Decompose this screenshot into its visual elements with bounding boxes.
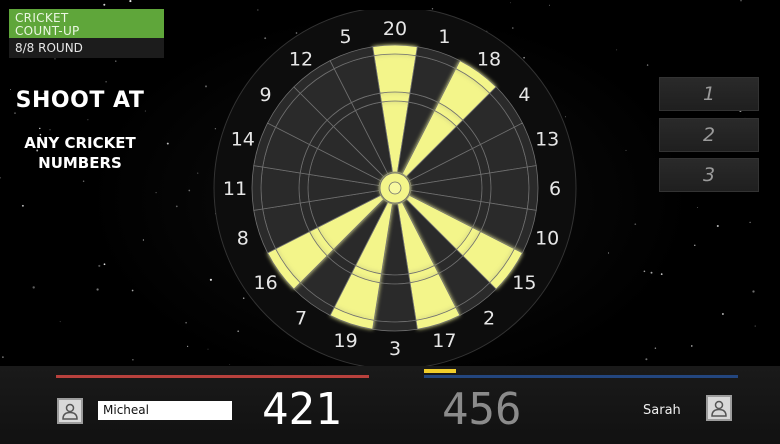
round-indicator: 8/8 ROUND [9,38,164,58]
segment-20-treble[interactable] [379,91,411,103]
board-number-10: 10 [535,227,559,249]
board-number-3: 3 [389,338,401,360]
instruction-line2: NUMBERS [38,154,122,172]
board-number-2: 2 [483,307,495,329]
segment-11-treble[interactable] [298,172,310,204]
segment-3-treble[interactable] [379,273,411,285]
board-number-7: 7 [295,307,307,329]
segment-20-single-outer[interactable] [373,53,417,94]
player2-name: Sarah [643,403,681,418]
user-icon [62,403,78,420]
board-number-13: 13 [535,129,559,151]
segment-6-double[interactable] [526,165,539,211]
throw-slot-3: 3 [659,158,759,192]
board-number-9: 9 [260,84,272,106]
board-number-12: 12 [289,49,313,71]
throw-slot-2: 2 [659,118,759,152]
board-number-16: 16 [254,272,278,294]
dartboard[interactable]: 20 1 18 4 13 6 10 15 2 17 3 19 7 16 8 11 14 9 12 5 [210,10,580,366]
player2-avatar [706,395,732,421]
player1-color-bar [56,375,369,378]
board-number-15: 15 [512,272,536,294]
segment-11-double[interactable] [251,165,264,211]
board-number-5: 5 [340,26,352,48]
board-number-1: 1 [438,26,450,48]
segment-11-single-outer[interactable] [260,166,301,210]
player1-avatar [57,398,83,424]
inner-bull[interactable] [388,181,402,195]
game-mode-panel: CRICKET COUNT-UP 8/8 ROUND [9,9,164,58]
instruction-line1: ANY CRICKET [24,134,136,152]
game-mode-title: CRICKET COUNT-UP [9,9,164,38]
segment-6-treble[interactable] [480,172,492,204]
segment-3-double[interactable] [372,319,418,332]
game-mode-title-line2: COUNT-UP [15,24,80,38]
player2-score: 456 [442,384,522,435]
turn-indicator [424,369,456,373]
board-number-14: 14 [231,129,255,151]
board-number-11: 11 [223,178,247,200]
user-icon [711,400,727,417]
player1-name: Micheal [98,401,232,420]
instruction-heading: SHOOT AT [15,88,145,113]
instruction-text: ANY CRICKET NUMBERS [0,133,160,173]
player1-score: 421 [262,384,342,435]
board-number-6: 6 [549,178,561,200]
segment-6-single-outer[interactable] [489,166,530,210]
segment-20-double[interactable] [372,44,418,57]
game-screen: CRICKET COUNT-UP 8/8 ROUND SHOOT AT ANY … [0,0,780,444]
player2-color-bar [424,375,738,378]
board-number-18: 18 [477,49,501,71]
board-number-4: 4 [518,84,530,106]
throw-slot-1: 1 [659,77,759,111]
board-number-20: 20 [383,18,407,40]
segment-3-single-outer[interactable] [373,282,417,323]
board-number-19: 19 [334,330,358,352]
board-number-17: 17 [432,330,456,352]
board-number-8: 8 [237,227,249,249]
